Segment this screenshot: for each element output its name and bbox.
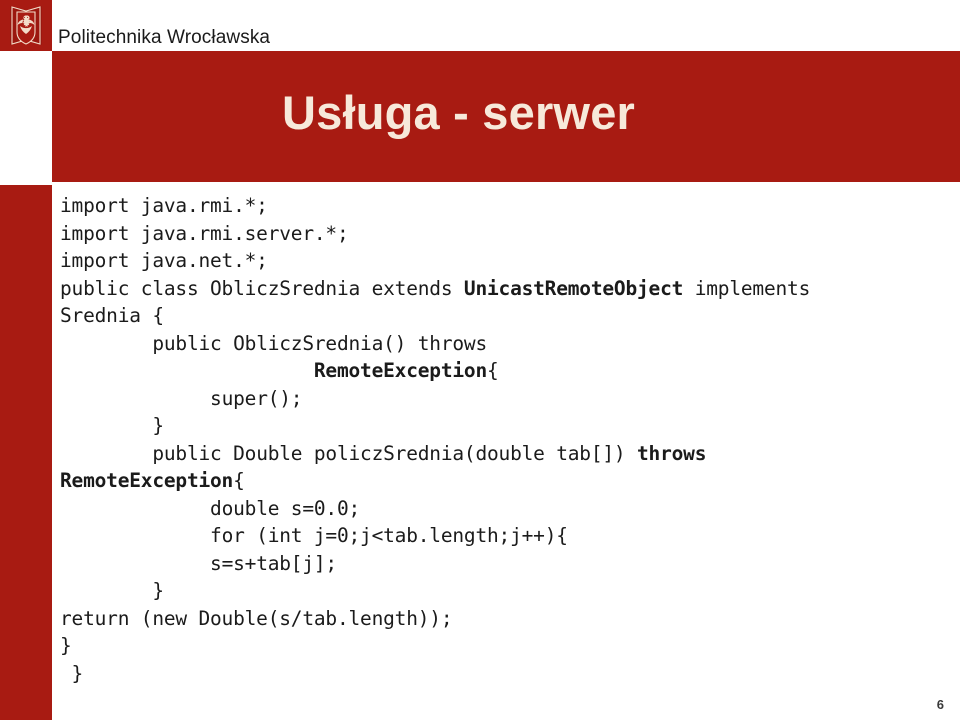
institution-name: Politechnika Wrocławska bbox=[58, 27, 271, 48]
code-line: } bbox=[60, 412, 960, 440]
code-token: for (int j=0;j<tab.length;j++){ bbox=[210, 524, 568, 547]
code-line: public Double policzSrednia(double tab[]… bbox=[60, 440, 960, 468]
code-line: public class ObliczSrednia extends Unica… bbox=[60, 275, 960, 303]
code-line: super(); bbox=[60, 385, 960, 413]
code-token: import java.net.*; bbox=[60, 249, 268, 272]
left-accent-bar bbox=[0, 185, 52, 720]
code-token: } bbox=[152, 414, 164, 437]
slide-title-banner: Usługa - serwer bbox=[52, 51, 960, 182]
code-token: public ObliczSrednia() throws bbox=[152, 331, 487, 355]
code-token-emphasis: RemoteException bbox=[313, 359, 487, 382]
code-line: import java.rmi.*; bbox=[60, 192, 960, 220]
code-line: Srednia { bbox=[60, 302, 960, 330]
code-token-emphasis: throws bbox=[637, 441, 707, 465]
code-token: public Double policzSrednia(double tab[]… bbox=[152, 441, 638, 465]
code-token-emphasis: UnicastRemoteObject bbox=[463, 276, 684, 300]
code-token: public class ObliczSrednia extends bbox=[60, 276, 464, 300]
code-token: return (new Double(s/tab.length)); bbox=[60, 606, 453, 630]
code-line: RemoteException{ bbox=[60, 357, 960, 385]
code-token-emphasis: RemoteException bbox=[60, 469, 234, 492]
code-token: super(); bbox=[210, 386, 303, 410]
code-line: return (new Double(s/tab.length)); bbox=[60, 605, 960, 633]
code-token: { bbox=[233, 469, 245, 492]
code-token: import java.rmi.server.*; bbox=[60, 221, 349, 245]
page-number: 6 bbox=[936, 697, 944, 712]
code-token: s=s+tab[j]; bbox=[210, 551, 337, 575]
code-line: import java.rmi.server.*; bbox=[60, 220, 960, 248]
left-header-gap bbox=[0, 51, 52, 185]
code-line: for (int j=0;j<tab.length;j++){ bbox=[60, 522, 960, 550]
code-line: } bbox=[60, 577, 960, 605]
code-block: import java.rmi.*; import java.rmi.server… bbox=[60, 192, 960, 692]
code-token: } bbox=[60, 634, 72, 657]
slide-header: Politechnika Wrocławska bbox=[0, 0, 960, 51]
code-line: } bbox=[60, 632, 960, 660]
code-line: double s=0.0; bbox=[60, 495, 960, 523]
code-token: double s=0.0; bbox=[210, 496, 361, 520]
page-title: Usługa - serwer bbox=[282, 86, 636, 139]
code-line: RemoteException{ bbox=[60, 467, 960, 495]
code-token: } bbox=[152, 579, 164, 602]
slide-root: Politechnika Wrocławska Usługa - serwer … bbox=[0, 0, 960, 720]
code-token: import java.rmi.*; bbox=[60, 194, 268, 217]
code-token: } bbox=[71, 661, 84, 685]
code-line: public ObliczSrednia() throws bbox=[60, 330, 960, 358]
code-token: implements bbox=[683, 276, 811, 300]
code-line: s=s+tab[j]; bbox=[60, 550, 960, 578]
code-token: Srednia { bbox=[60, 304, 164, 327]
code-line: import java.net.*; bbox=[60, 247, 960, 275]
code-line: } bbox=[60, 660, 960, 688]
code-token: { bbox=[487, 359, 499, 382]
wroclaw-university-crest-icon bbox=[0, 0, 52, 51]
